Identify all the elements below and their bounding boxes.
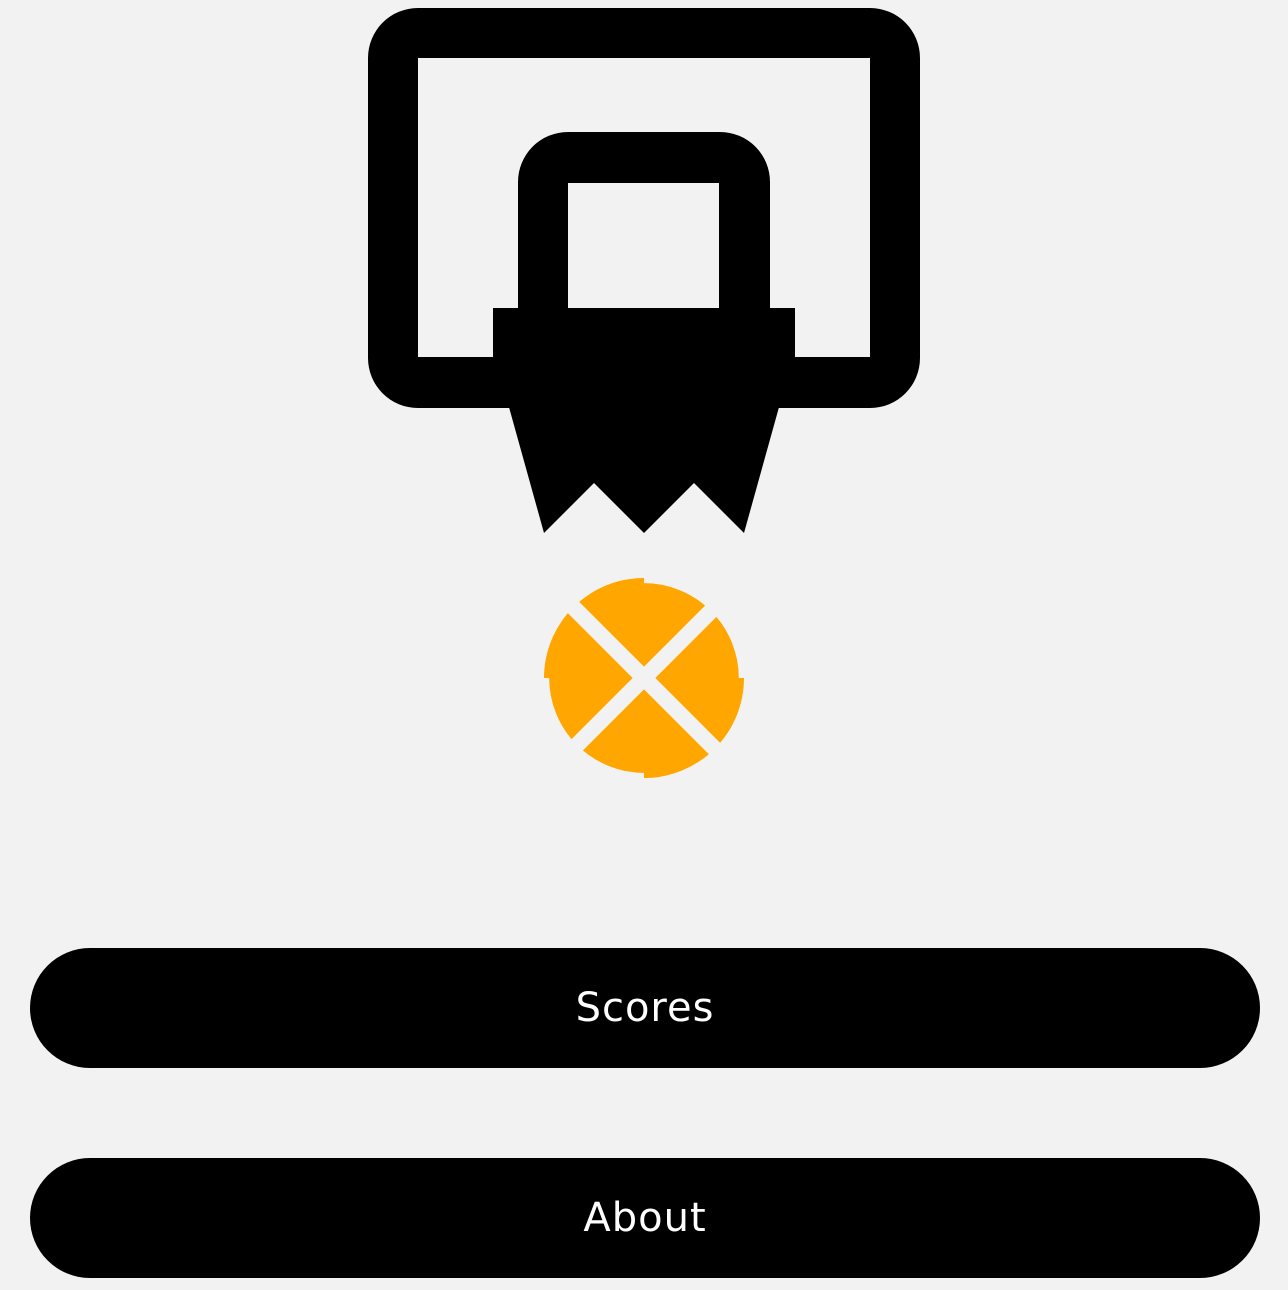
basketball-icon	[543, 577, 745, 779]
scores-button[interactable]: Scores	[30, 948, 1260, 1068]
home-screen: Scores About	[0, 0, 1288, 1290]
basketball-hoop-icon	[368, 8, 920, 533]
about-button[interactable]: About	[30, 1158, 1260, 1278]
scores-button-label: Scores	[575, 985, 715, 1031]
about-button-label: About	[583, 1195, 707, 1241]
